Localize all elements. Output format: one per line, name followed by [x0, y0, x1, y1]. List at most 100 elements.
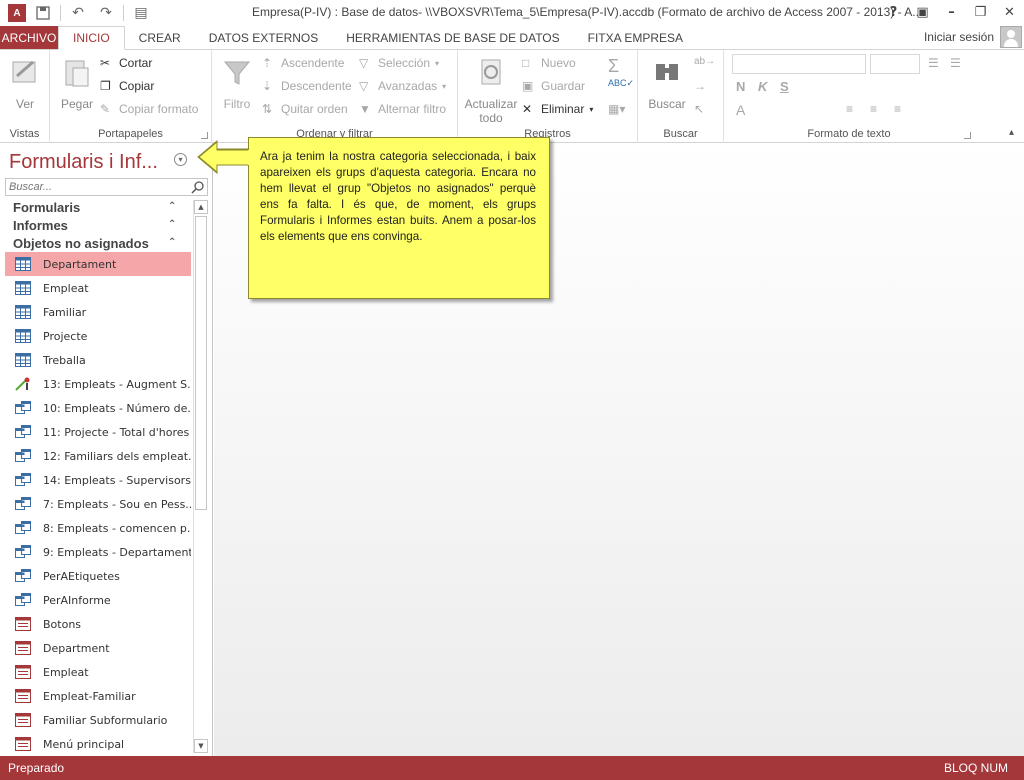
collapse-icon[interactable]: ⌃ — [168, 219, 176, 230]
tab-datos-externos[interactable]: DATOS EXTERNOS — [195, 26, 333, 49]
selection-button[interactable]: ▽ Selección ▾ — [359, 56, 439, 70]
nav-item-table[interactable]: Projecte — [5, 324, 191, 348]
tab-fitxa-empresa[interactable]: FITXA EMPRESA — [574, 26, 697, 49]
font-size-combo[interactable] — [870, 54, 920, 74]
filter-button[interactable]: Filtro — [217, 56, 257, 111]
nav-item-form[interactable]: Department — [5, 636, 191, 660]
font-name-combo[interactable] — [732, 54, 866, 74]
undo-icon[interactable]: ↶ — [67, 3, 89, 23]
tab-inicio[interactable]: INICIO — [58, 26, 125, 50]
find-button[interactable]: Buscar — [642, 56, 692, 111]
collapse-icon[interactable]: ⌃ — [168, 237, 176, 248]
nav-item-query[interactable]: 12: Familiars dels empleat... — [5, 444, 191, 468]
minimize-icon[interactable]: – — [937, 0, 966, 24]
nav-item-form[interactable]: Menú principal — [5, 732, 191, 756]
nav-item-query[interactable]: 11: Projecte - Total d'hores — [5, 420, 191, 444]
select-icon[interactable]: ↖ — [694, 102, 704, 116]
collapse-ribbon-icon[interactable]: ▴ — [1009, 127, 1014, 138]
paste-button[interactable]: Pegar — [55, 56, 99, 111]
search-icon[interactable] — [191, 180, 205, 194]
chevron-down-icon[interactable]: ▾ — [174, 153, 187, 166]
nav-item-query[interactable]: 9: Empleats - Departaments — [5, 540, 191, 564]
toggle-filter-label: Alternar filtro — [378, 102, 447, 116]
nav-item-table[interactable]: Familiar — [5, 300, 191, 324]
tab-archivo[interactable]: ARCHIVO — [0, 26, 58, 49]
group-header-informes[interactable]: Informes — [13, 218, 68, 233]
nav-item-query[interactable]: 14: Empleats - Supervisors — [5, 468, 191, 492]
dialog-launcher-icon[interactable] — [964, 132, 971, 139]
more-icon[interactable]: ▦▾ — [608, 102, 625, 116]
numbering-icon[interactable]: ☰ — [950, 56, 961, 70]
scroll-up-icon[interactable]: ▲ — [194, 200, 208, 214]
italic-button[interactable]: K — [758, 79, 767, 94]
align-center-icon[interactable]: ≡ — [870, 102, 877, 116]
nav-item-table[interactable]: Empleat — [5, 276, 191, 300]
scroll-thumb[interactable] — [195, 216, 207, 510]
nav-item-form[interactable]: Familiar Subformulario — [5, 708, 191, 732]
dialog-launcher-icon[interactable] — [201, 132, 208, 139]
font-color-button[interactable]: A — [736, 102, 745, 118]
save-icon[interactable] — [32, 3, 54, 23]
nav-item-update-query[interactable]: 13: Empleats - Augment S... — [5, 372, 191, 396]
restore-icon[interactable]: ❐ — [966, 0, 995, 24]
ribbon-display-icon[interactable]: ▣ — [908, 0, 937, 24]
copy-button[interactable]: ❐ Copiar — [100, 79, 154, 93]
nav-item-label: Familiar — [43, 305, 87, 319]
delete-icon: ✕ — [522, 102, 533, 116]
query-icon — [15, 401, 31, 415]
group-header-formularis[interactable]: Formularis — [13, 200, 80, 215]
view-button[interactable]: Ver — [5, 56, 45, 111]
nav-item-label: PerAInforme — [43, 593, 111, 607]
nav-scrollbar[interactable]: ▲ ▼ — [193, 200, 208, 753]
status-bar: Preparado BLOQ NUM — [0, 756, 1024, 780]
save-record-button[interactable]: ▣ Guardar — [522, 79, 585, 93]
align-right-icon[interactable]: ≡ — [894, 102, 901, 116]
customize-qat-icon[interactable]: ▤ — [130, 3, 152, 23]
nav-item-table[interactable]: Departament — [5, 252, 191, 276]
access-app-icon[interactable]: A — [8, 4, 26, 22]
spelling-icon[interactable]: ABC✓ — [608, 78, 634, 89]
group-header-objetos[interactable]: Objetos no asignados — [13, 236, 149, 251]
underline-button[interactable]: S — [780, 79, 789, 94]
nav-item-query[interactable]: PerAEtiquetes — [5, 564, 191, 588]
nav-item-label: Empleat — [43, 665, 89, 679]
replace-icon[interactable]: ab→ — [694, 56, 715, 67]
refresh-all-button[interactable]: Actualizar todo — [463, 56, 519, 125]
format-painter-button[interactable]: ✎ Copiar formato — [100, 102, 198, 116]
nav-item-query[interactable]: 10: Empleats - Número de... — [5, 396, 191, 420]
help-button[interactable]: ? — [879, 0, 908, 24]
table-icon — [15, 305, 31, 319]
redo-icon[interactable]: ↷ — [95, 3, 117, 23]
nav-search-input[interactable] — [6, 179, 186, 195]
tab-herramientas[interactable]: HERRAMIENTAS DE BASE DE DATOS — [332, 26, 573, 49]
signin-link[interactable]: Iniciar sesión — [924, 30, 994, 44]
nav-item-form[interactable]: Botons — [5, 612, 191, 636]
bullets-icon[interactable]: ☰ — [928, 56, 939, 70]
nav-item-form[interactable]: Empleat — [5, 660, 191, 684]
nav-item-query[interactable]: 8: Empleats - comencen p... — [5, 516, 191, 540]
advanced-button[interactable]: ▽ Avanzadas ▾ — [359, 79, 446, 93]
close-icon[interactable]: ✕ — [995, 0, 1024, 24]
align-left-icon[interactable]: ≡ — [846, 102, 853, 116]
nav-item-query[interactable]: 7: Empleats - Sou en Pess... — [5, 492, 191, 516]
toggle-filter-button[interactable]: ▼ Alternar filtro — [359, 102, 446, 116]
tab-crear[interactable]: CREAR — [125, 26, 195, 49]
avatar[interactable] — [1000, 26, 1022, 48]
nav-item-query[interactable]: PerAInforme — [5, 588, 191, 612]
totals-icon[interactable]: Σ — [608, 56, 619, 77]
clear-sort-button[interactable]: ⇅ Quitar orden — [262, 102, 348, 116]
form-icon — [15, 737, 31, 751]
scroll-down-icon[interactable]: ▼ — [194, 739, 208, 753]
bold-button[interactable]: N — [736, 79, 745, 94]
nav-pane-title[interactable]: Formularis i Inf... — [9, 151, 158, 174]
delete-button[interactable]: ✕ Eliminar ▾ — [522, 102, 593, 116]
new-record-button[interactable]: □ Nuevo — [522, 56, 576, 70]
nav-item-table[interactable]: Treballa — [5, 348, 191, 372]
sort-descending-button[interactable]: ⇣ Descendente — [262, 79, 352, 93]
goto-icon[interactable]: → — [694, 79, 706, 93]
sort-ascending-button[interactable]: ⇡ Ascendente — [262, 56, 344, 70]
cut-button[interactable]: ✂ Cortar — [100, 56, 152, 70]
nav-item-form[interactable]: Empleat-Familiar — [5, 684, 191, 708]
collapse-icon[interactable]: ⌃ — [168, 201, 176, 212]
selection-label: Selección — [378, 56, 431, 70]
